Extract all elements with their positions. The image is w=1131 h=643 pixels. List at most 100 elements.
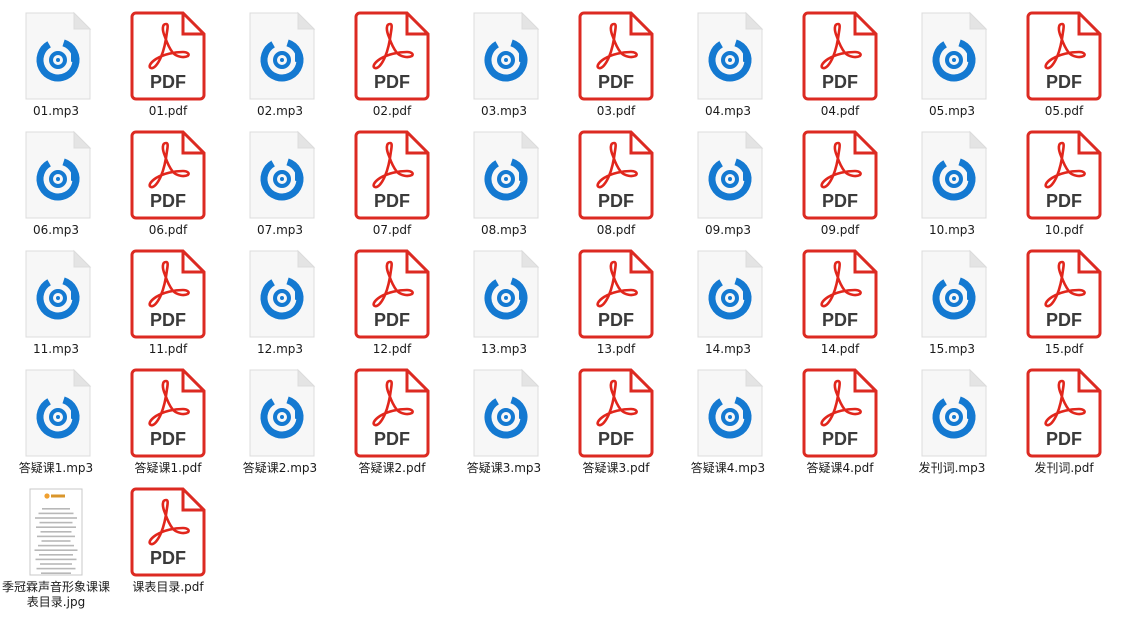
file-name-label: 14.pdf	[820, 342, 860, 356]
file-item[interactable]: PDF 答疑课1.pdf	[112, 357, 224, 475]
file-item[interactable]: PDF 发刊词.pdf	[1008, 357, 1120, 475]
audio-file-icon	[240, 129, 320, 221]
file-item[interactable]: PDF 15.pdf	[1008, 238, 1120, 356]
pdf-file-icon: PDF	[1024, 10, 1104, 102]
file-item[interactable]: PDF 07.pdf	[336, 119, 448, 237]
file-item[interactable]: 07.mp3	[224, 119, 336, 237]
file-item[interactable]: 02.mp3	[224, 0, 336, 118]
file-item[interactable]: PDF 05.pdf	[1008, 0, 1120, 118]
file-item[interactable]: 03.mp3	[448, 0, 560, 118]
file-item[interactable]: 01.mp3	[0, 0, 112, 118]
file-name-label: 发刊词.mp3	[918, 461, 986, 475]
file-name-label: 08.mp3	[480, 223, 528, 237]
file-item[interactable]: 13.mp3	[448, 238, 560, 356]
file-item[interactable]: 06.mp3	[0, 119, 112, 237]
file-name-label: 14.mp3	[704, 342, 752, 356]
file-item[interactable]: PDF 13.pdf	[560, 238, 672, 356]
audio-file-icon	[912, 367, 992, 459]
audio-file-icon	[240, 367, 320, 459]
file-name-label: 发刊词.pdf	[1034, 461, 1094, 475]
pdf-file-icon: PDF	[800, 367, 880, 459]
file-name-label: 03.mp3	[480, 104, 528, 118]
file-item[interactable]: PDF 02.pdf	[336, 0, 448, 118]
file-name-label: 09.pdf	[820, 223, 860, 237]
file-name-label: 10.mp3	[928, 223, 976, 237]
file-name-label: 答疑课4.pdf	[806, 461, 874, 475]
pdf-file-icon: PDF	[1024, 129, 1104, 221]
svg-text:PDF: PDF	[150, 429, 186, 449]
file-item[interactable]: 答疑课3.mp3	[448, 357, 560, 475]
pdf-file-icon: PDF	[1024, 367, 1104, 459]
file-item[interactable]: 11.mp3	[0, 238, 112, 356]
file-name-label: 答疑课1.pdf	[134, 461, 202, 475]
file-item[interactable]: PDF 12.pdf	[336, 238, 448, 356]
file-item[interactable]: 12.mp3	[224, 238, 336, 356]
file-item[interactable]: PDF 10.pdf	[1008, 119, 1120, 237]
file-item[interactable]: 15.mp3	[896, 238, 1008, 356]
file-name-label: 15.mp3	[928, 342, 976, 356]
audio-file-icon	[464, 367, 544, 459]
svg-text:PDF: PDF	[598, 72, 634, 92]
file-item[interactable]: PDF 04.pdf	[784, 0, 896, 118]
svg-text:PDF: PDF	[150, 191, 186, 211]
pdf-file-icon: PDF	[352, 248, 432, 340]
pdf-file-icon: PDF	[1024, 248, 1104, 340]
pdf-file-icon: PDF	[352, 10, 432, 102]
audio-file-icon	[464, 129, 544, 221]
pdf-file-icon: PDF	[352, 367, 432, 459]
file-name-label: 08.pdf	[596, 223, 636, 237]
file-item[interactable]: 04.mp3	[672, 0, 784, 118]
audio-file-icon	[464, 248, 544, 340]
svg-text:PDF: PDF	[822, 429, 858, 449]
audio-file-icon	[688, 129, 768, 221]
file-item[interactable]: PDF 14.pdf	[784, 238, 896, 356]
pdf-file-icon: PDF	[576, 10, 656, 102]
file-name-label: 课表目录.pdf	[132, 580, 204, 594]
file-item[interactable]: 季冠霖声音形象课课表目录.jpg	[0, 476, 112, 609]
file-name-label: 04.mp3	[704, 104, 752, 118]
file-item[interactable]: 答疑课4.mp3	[672, 357, 784, 475]
file-item[interactable]: 09.mp3	[672, 119, 784, 237]
pdf-file-icon: PDF	[128, 486, 208, 578]
svg-text:PDF: PDF	[822, 310, 858, 330]
file-item[interactable]: PDF 01.pdf	[112, 0, 224, 118]
pdf-file-icon: PDF	[800, 129, 880, 221]
file-item[interactable]: 发刊词.mp3	[896, 357, 1008, 475]
file-name-label: 04.pdf	[820, 104, 860, 118]
audio-file-icon	[240, 248, 320, 340]
file-item[interactable]: PDF 答疑课3.pdf	[560, 357, 672, 475]
file-name-label: 02.pdf	[372, 104, 412, 118]
svg-text:PDF: PDF	[598, 191, 634, 211]
file-item[interactable]: PDF 08.pdf	[560, 119, 672, 237]
file-item[interactable]: PDF 答疑课4.pdf	[784, 357, 896, 475]
pdf-file-icon: PDF	[576, 367, 656, 459]
file-item[interactable]: 10.mp3	[896, 119, 1008, 237]
file-item[interactable]: PDF 06.pdf	[112, 119, 224, 237]
file-name-label: 01.mp3	[32, 104, 80, 118]
file-name-label: 06.mp3	[32, 223, 80, 237]
svg-text:PDF: PDF	[1046, 191, 1082, 211]
file-item[interactable]: 14.mp3	[672, 238, 784, 356]
file-name-label: 13.pdf	[596, 342, 636, 356]
audio-file-icon	[912, 10, 992, 102]
file-item[interactable]: PDF 答疑课2.pdf	[336, 357, 448, 475]
file-item[interactable]: PDF 09.pdf	[784, 119, 896, 237]
file-name-label: 答疑课1.mp3	[18, 461, 94, 475]
audio-file-icon	[464, 10, 544, 102]
file-item[interactable]: 答疑课2.mp3	[224, 357, 336, 475]
file-item[interactable]: 05.mp3	[896, 0, 1008, 118]
file-item[interactable]: PDF 课表目录.pdf	[112, 476, 224, 594]
file-name-label: 答疑课3.mp3	[466, 461, 542, 475]
pdf-file-icon: PDF	[128, 10, 208, 102]
svg-text:PDF: PDF	[150, 548, 186, 568]
file-item[interactable]: PDF 03.pdf	[560, 0, 672, 118]
audio-file-icon	[16, 367, 96, 459]
file-name-label: 07.mp3	[256, 223, 304, 237]
file-item[interactable]: PDF 11.pdf	[112, 238, 224, 356]
file-item[interactable]: 答疑课1.mp3	[0, 357, 112, 475]
file-item[interactable]: 08.mp3	[448, 119, 560, 237]
audio-file-icon	[688, 248, 768, 340]
svg-text:PDF: PDF	[822, 72, 858, 92]
svg-text:PDF: PDF	[598, 310, 634, 330]
file-name-label: 12.pdf	[372, 342, 412, 356]
